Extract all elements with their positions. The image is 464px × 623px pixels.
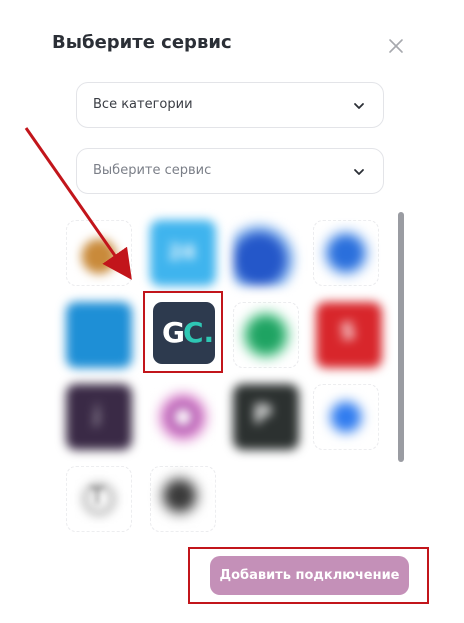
- service-tile-s-label: S: [340, 320, 356, 345]
- service-tile-blue-square[interactable]: [66, 302, 132, 368]
- category-select[interactable]: Все категории: [76, 82, 384, 128]
- service-tile-red-s[interactable]: S: [316, 302, 382, 368]
- service-tile-p-label: P: [253, 400, 273, 430]
- close-icon[interactable]: [386, 36, 406, 56]
- add-connection-highlight: Добавить подключение: [188, 547, 429, 604]
- chevron-down-icon: [354, 103, 364, 109]
- service-tile-24[interactable]: 24: [150, 220, 216, 286]
- getcourse-logo: G C.: [153, 302, 215, 364]
- service-tile-dark-purple[interactable]: j: [66, 384, 132, 450]
- service-tile-google-sheets[interactable]: [233, 302, 299, 368]
- add-connection-button[interactable]: Добавить подключение: [210, 556, 409, 595]
- service-tile-dark-p[interactable]: P: [233, 384, 299, 450]
- service-select-placeholder: Выберите сервис: [93, 163, 212, 178]
- service-tile-j-label: j: [94, 402, 101, 427]
- service-tile-clipboard[interactable]: [313, 220, 379, 286]
- getcourse-logo-g: G: [162, 316, 185, 349]
- select-service-modal: Выберите сервис Все категории Выберите с…: [0, 0, 464, 623]
- service-tile-blue-drops[interactable]: [233, 220, 299, 286]
- service-tile-purple-ring[interactable]: [150, 384, 216, 450]
- getcourse-tile-highlighted[interactable]: G C.: [143, 291, 223, 373]
- service-tile-dark-v[interactable]: [150, 466, 216, 532]
- category-select-value: Все категории: [93, 97, 193, 112]
- modal-title: Выберите сервис: [52, 32, 232, 53]
- service-tile-blue-circle[interactable]: [313, 384, 379, 450]
- service-tile-yellow[interactable]: [66, 220, 132, 286]
- service-tile-t-label: T: [90, 482, 105, 510]
- service-select[interactable]: Выберите сервис: [76, 148, 384, 194]
- service-grid-scrollbar[interactable]: [398, 212, 404, 462]
- getcourse-logo-c: C.: [183, 316, 215, 349]
- service-tile-t-circle[interactable]: T: [66, 466, 132, 532]
- chevron-down-icon: [354, 169, 364, 175]
- service-tile-24-label: 24: [168, 240, 196, 264]
